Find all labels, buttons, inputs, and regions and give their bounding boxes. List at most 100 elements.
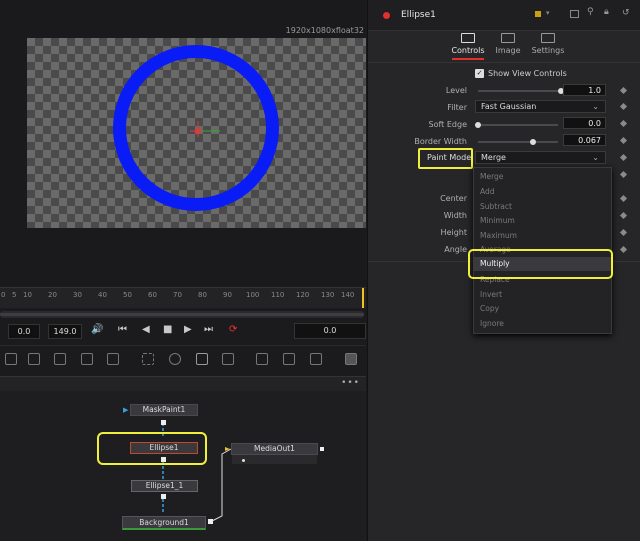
node-label: Background1 [139, 518, 189, 527]
more-options-icon[interactable]: ••• [341, 378, 360, 388]
tick-label: 90 [223, 291, 232, 299]
soft-edge-field[interactable]: 0.0 [563, 117, 606, 129]
transform-widget-icon[interactable] [190, 121, 220, 143]
border-width-slider[interactable] [478, 141, 558, 143]
tool-icon[interactable] [81, 353, 93, 365]
tool-icon[interactable] [54, 353, 66, 365]
border-width-knob[interactable] [530, 139, 536, 145]
mask-input-icon: ▶ [123, 406, 129, 414]
node-editor[interactable]: MaskPaint1 ▶ Ellipse1 Ellipse1_1 Backgro… [0, 391, 366, 541]
menu-item-invert[interactable]: Invert [480, 290, 502, 299]
node-name: Ellipse1 [401, 10, 436, 20]
soft-edge-slider[interactable] [478, 124, 558, 126]
keyframe-icon[interactable] [619, 153, 628, 162]
pin-icon[interactable]: ⚲ [587, 7, 594, 17]
stop-icon[interactable]: ■ [163, 324, 172, 336]
brush-tool-icon[interactable] [310, 353, 322, 365]
menu-item-ignore[interactable]: Ignore [480, 319, 504, 328]
tick-label: 40 [98, 291, 107, 299]
tool-icon[interactable] [107, 353, 119, 365]
node-ellipse1[interactable]: Ellipse1 [130, 442, 198, 454]
keyframe-icon[interactable] [619, 119, 628, 128]
show-view-controls-checkbox[interactable]: ✓ [475, 69, 484, 78]
chevron-down-icon: ⌄ [592, 153, 599, 162]
paint-mode-dropdown[interactable]: Merge ⌄ [475, 151, 606, 164]
node-dot [242, 459, 245, 462]
chevron-down-icon[interactable]: ▾ [546, 9, 550, 17]
particle-tool-icon[interactable] [283, 353, 295, 365]
end-time-field[interactable]: 149.0 [48, 324, 82, 339]
lock-icon[interactable]: 🔒︎ [604, 7, 609, 17]
color-swatch-icon[interactable] [535, 11, 541, 17]
tool-icon[interactable] [28, 353, 40, 365]
go-to-start-icon[interactable]: ⏮ [118, 324, 127, 336]
node-mediaout1[interactable]: MediaOut1 [231, 443, 318, 455]
active-tab-underline [452, 58, 484, 60]
viewer-canvas[interactable] [27, 38, 366, 228]
tool-icon[interactable] [5, 353, 17, 365]
keyframe-icon[interactable] [619, 228, 628, 237]
play-icon[interactable]: ▶ [184, 324, 192, 336]
bspline-tool-icon[interactable] [222, 353, 234, 365]
tick-label: 0 [1, 291, 6, 299]
node-color-dot[interactable] [383, 12, 390, 19]
frame-display[interactable]: 0.0 [294, 323, 366, 339]
loop-icon[interactable]: ⟳ [229, 324, 237, 336]
3d-tool-icon[interactable] [345, 353, 357, 365]
output-port[interactable] [208, 519, 213, 524]
keyframe-icon[interactable] [619, 170, 628, 179]
soft-edge-knob[interactable] [475, 122, 481, 128]
menu-item-add[interactable]: Add [480, 187, 495, 196]
output-port[interactable] [320, 447, 324, 451]
keyframe-icon[interactable] [619, 194, 628, 203]
menu-item-subtract[interactable]: Subtract [480, 202, 512, 211]
center-label: Center [440, 194, 467, 203]
settings-icon [541, 33, 555, 43]
node-ellipse1-1[interactable]: Ellipse1_1 [131, 480, 198, 492]
tab-settings[interactable]: Settings [528, 33, 568, 55]
tab-label: Settings [531, 46, 565, 55]
menu-item-merge[interactable]: Merge [480, 172, 503, 181]
keyframe-icon[interactable] [619, 211, 628, 220]
node-maskpaint[interactable]: MaskPaint1 [130, 404, 198, 416]
keyframe-icon[interactable] [619, 102, 628, 111]
reset-icon[interactable]: ↺ [622, 8, 630, 18]
tab-controls[interactable]: Controls [448, 33, 488, 55]
node-background1[interactable]: Background1 [122, 516, 206, 530]
keyframe-icon[interactable] [619, 245, 628, 254]
polygon-tool-icon[interactable] [196, 353, 208, 365]
paint-tool-icon[interactable] [256, 353, 268, 365]
output-port[interactable] [161, 494, 166, 499]
ellipse-tool-icon[interactable] [169, 353, 181, 365]
keyframe-icon[interactable] [619, 136, 628, 145]
timeline-scrubber[interactable] [0, 311, 364, 318]
tick-label: 100 [246, 291, 260, 299]
inspector-panel: Ellipse1 ▾ ⚲ 🔒︎ ↺ Controls Image Setting… [367, 0, 640, 541]
menu-item-minimum[interactable]: Minimum [480, 216, 515, 225]
tick-label: 5 [12, 291, 17, 299]
level-label: Level [445, 86, 467, 95]
image-icon [501, 33, 515, 43]
tab-divider [368, 62, 640, 63]
tab-label: Controls [451, 46, 485, 55]
viewer-panel[interactable]: 1920x1080xfloat32 [0, 0, 366, 285]
menu-item-maximum[interactable]: Maximum [480, 231, 517, 240]
level-field[interactable]: 1.0 [563, 84, 606, 96]
go-to-end-icon[interactable]: ⏭ [204, 324, 213, 336]
tab-image[interactable]: Image [488, 33, 528, 55]
play-reverse-icon[interactable]: ◀ [142, 324, 150, 336]
output-port[interactable] [161, 457, 166, 462]
keyframe-icon[interactable] [619, 86, 628, 95]
current-time-field[interactable]: 0.0 [8, 324, 40, 339]
level-slider[interactable] [478, 90, 558, 92]
border-width-field[interactable]: 0.067 [563, 134, 606, 146]
timeline-ruler[interactable]: 0 5 10 20 30 40 50 60 70 80 90 100 110 1… [0, 287, 366, 308]
filter-dropdown[interactable]: Fast Gaussian ⌄ [475, 100, 606, 113]
output-port[interactable] [161, 420, 166, 425]
tab-label: Image [495, 46, 521, 55]
rectangle-tool-icon[interactable] [142, 353, 154, 365]
menu-item-copy[interactable]: Copy [480, 304, 499, 313]
tick-label: 50 [123, 291, 132, 299]
version-icon[interactable] [570, 10, 579, 18]
audio-icon[interactable]: 🔊 [91, 324, 103, 336]
